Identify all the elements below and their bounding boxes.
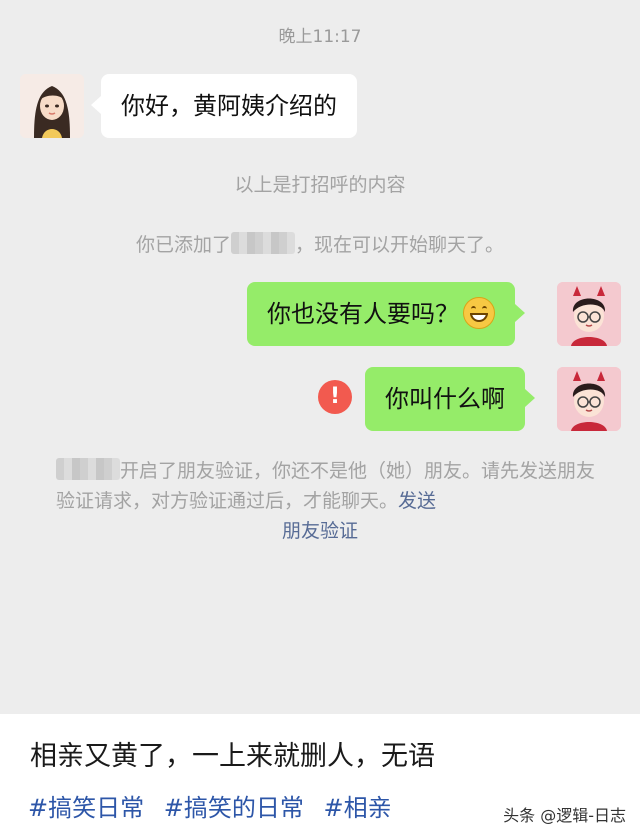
- contact-avatar[interactable]: [20, 74, 84, 138]
- watermark: 头条 @逻辑-日志: [503, 806, 626, 825]
- message-text: 你也没有人要吗？: [267, 300, 459, 328]
- timestamp: 晚上11:17: [278, 27, 362, 47]
- outgoing-message-bubble[interactable]: 你叫什么啊: [365, 367, 535, 431]
- hashtag[interactable]: #搞笑的日常: [164, 794, 304, 822]
- friend-verification-notice: 开启了朋友验证，你还不是他（她）朋友。请先发送朋友验证请求，对方验证通过后，才能…: [56, 456, 596, 546]
- send-verification-link-cont[interactable]: 朋友验证: [0, 516, 640, 546]
- self-avatar[interactable]: [557, 282, 621, 346]
- send-verification-link[interactable]: 发送: [398, 490, 436, 512]
- chat-area: 晚上11:17 你好，黄阿姨介绍的 以上是打招呼的内容 你已添加了 ，现在可以开始…: [0, 0, 640, 714]
- added-suffix: ，现在可以开始聊天了。: [295, 234, 505, 256]
- hashtag[interactable]: #相亲: [324, 794, 392, 822]
- send-failed-icon[interactable]: !: [318, 380, 352, 414]
- post-title: 相亲又黄了，一上来就删人，无语: [30, 741, 435, 772]
- boy-devil-avatar-icon: [557, 282, 621, 346]
- blurred-name: [231, 232, 295, 254]
- hashtag-list: #搞笑日常 #搞笑的日常 #相亲: [28, 788, 404, 823]
- grinning-face-emoji-icon: [463, 297, 495, 329]
- girl-avatar-icon: [20, 74, 84, 138]
- notice-text: 开启了朋友验证，你还不是他（她）朋友。请先发送朋友验证请求，对方验证通过后，才能…: [56, 460, 596, 512]
- boy-devil-avatar-icon: [557, 367, 621, 431]
- hashtag[interactable]: #搞笑日常: [28, 794, 144, 822]
- added-prefix: 你已添加了: [135, 234, 231, 256]
- system-greeting-note: 以上是打招呼的内容: [234, 174, 406, 196]
- blurred-name: [56, 458, 120, 480]
- post-caption: 相亲又黄了，一上来就删人，无语 #搞笑日常 #搞笑的日常 #相亲 头条 @逻辑-…: [0, 714, 640, 834]
- self-avatar[interactable]: [557, 367, 621, 431]
- outgoing-message-bubble[interactable]: 你也没有人要吗？: [247, 282, 525, 346]
- incoming-message-bubble[interactable]: 你好，黄阿姨介绍的: [91, 74, 357, 138]
- system-added-note: 你已添加了 ，现在可以开始聊天了。: [0, 230, 640, 257]
